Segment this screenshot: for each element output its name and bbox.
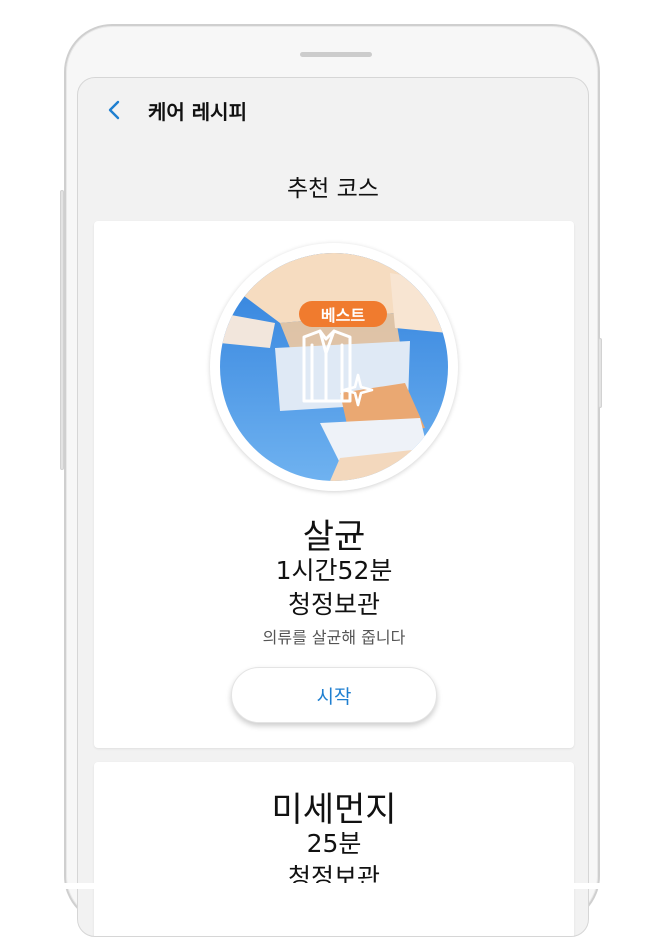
course-image: 베스트 [220, 253, 448, 481]
course-duration: 25분 [306, 829, 362, 858]
chevron-left-icon[interactable] [104, 99, 126, 121]
top-bar: 케어 레시피 [78, 78, 588, 142]
app-screen: 케어 레시피 추천 코스 베스트 살균 1시간52분 청정보관 의류를 살균해 … [77, 77, 589, 937]
phone-frame: 케어 레시피 추천 코스 베스트 살균 1시간52분 청정보관 의류를 살균해 … [64, 24, 600, 937]
start-button[interactable]: 시작 [231, 667, 437, 723]
course-thumbnail: 베스트 [210, 243, 458, 491]
page-title: 케어 레시피 [148, 99, 247, 124]
speaker-grille [300, 52, 372, 57]
course-card-fine-dust[interactable]: 미세먼지 25분 청정보관 [94, 762, 574, 936]
section-title: 추천 코스 [287, 176, 379, 202]
course-category: 청정보관 [287, 590, 380, 619]
course-duration: 1시간52분 [275, 556, 393, 585]
course-description: 의류를 살균해 줍니다 [262, 628, 406, 647]
best-badge: 베스트 [299, 301, 387, 327]
phone-side-button-right [598, 338, 602, 408]
course-card-sterilize[interactable]: 베스트 살균 1시간52분 청정보관 의류를 살균해 줍니다 시작 [94, 221, 574, 748]
page-bottom-edge [0, 883, 670, 889]
phone-side-button-left [60, 190, 64, 470]
